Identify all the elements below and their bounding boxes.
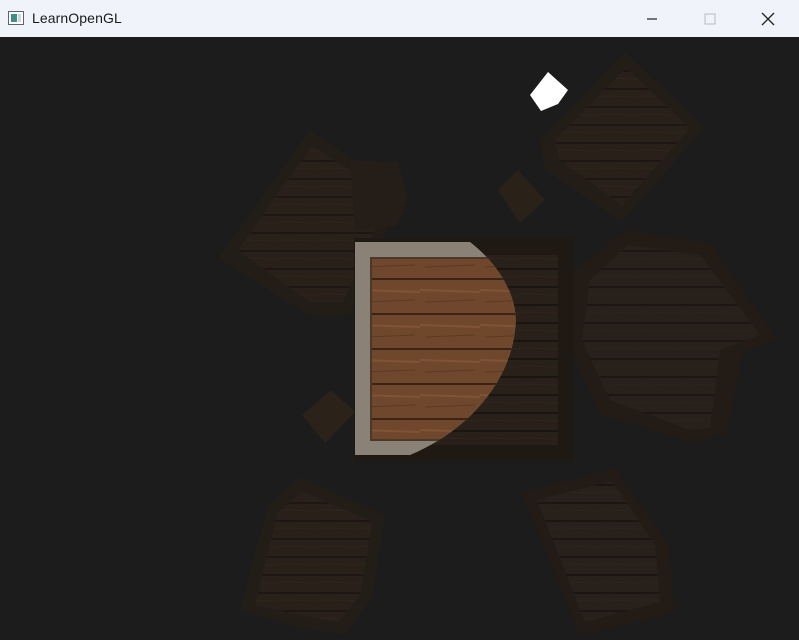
maximize-icon [704, 13, 716, 24]
crate-center [354, 238, 574, 461]
minimize-icon [647, 17, 657, 20]
window-title: LearnOpenGL [32, 10, 122, 26]
close-icon [761, 12, 775, 25]
minimize-button[interactable] [624, 0, 680, 37]
title-bar[interactable]: LearnOpenGL [0, 0, 799, 38]
app-window: LearnOpenGL [0, 0, 799, 640]
scene-render [0, 37, 799, 640]
app-icon [8, 11, 24, 25]
maximize-button[interactable] [682, 0, 738, 37]
opengl-viewport[interactable] [0, 37, 799, 640]
close-button[interactable] [740, 0, 796, 37]
